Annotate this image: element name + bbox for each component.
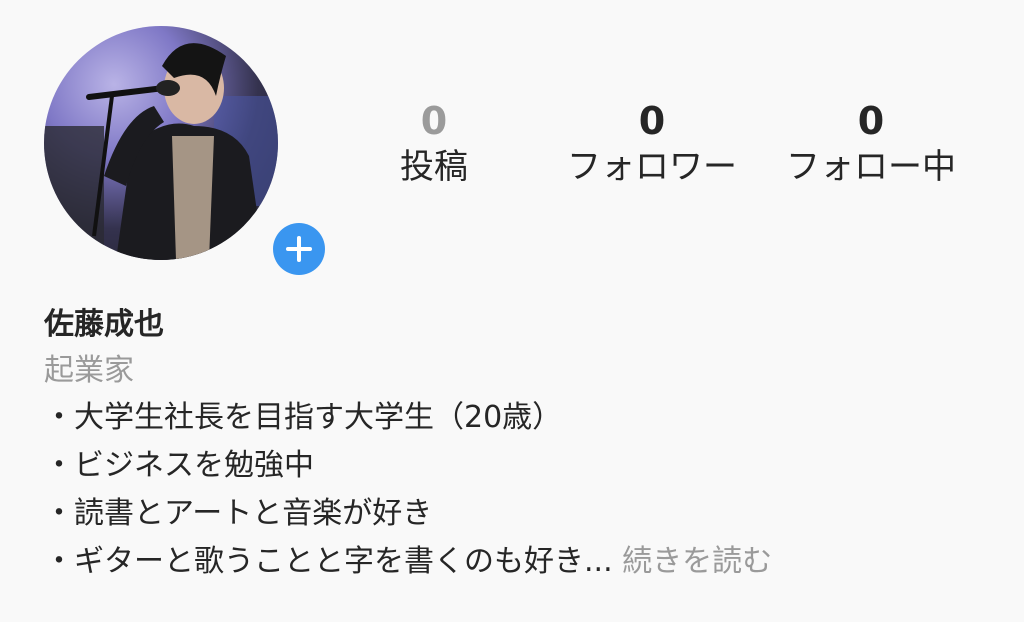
profile-stats: 0 投稿 0 フォロワー 0 フォロー中 bbox=[340, 98, 990, 198]
posts-label: 投稿 bbox=[400, 147, 468, 187]
add-story-circle[interactable] bbox=[273, 223, 325, 275]
profile-name: 佐藤成也 bbox=[44, 307, 164, 342]
following-stat[interactable]: 0 フォロー中 bbox=[761, 98, 981, 190]
bio-line: ・ビジネスを勉強中 bbox=[44, 448, 314, 483]
following-count: 0 bbox=[857, 99, 885, 143]
profile-category: 起業家 bbox=[44, 353, 134, 388]
read-more-link[interactable]: 続きを読む bbox=[622, 544, 772, 579]
followers-label: フォロワー bbox=[567, 147, 737, 187]
bio-line-truncated: ・ギターと歌うことと字を書くのも好き... 続きを読む bbox=[44, 538, 772, 586]
avatar-photo bbox=[44, 43, 278, 260]
posts-stat[interactable]: 0 投稿 bbox=[324, 98, 544, 190]
profile-bio: 佐藤成也 起業家 ・大学生社長を目指す大学生（20歳） ・ビジネスを勉強中 ・読… bbox=[44, 302, 772, 586]
bio-line: ・大学生社長を目指す大学生（20歳） bbox=[44, 400, 563, 435]
avatar[interactable] bbox=[44, 26, 278, 260]
profile-avatar-container[interactable] bbox=[44, 26, 330, 280]
plus-icon bbox=[286, 236, 312, 262]
following-label: フォロー中 bbox=[786, 147, 956, 187]
posts-count: 0 bbox=[420, 99, 448, 143]
followers-count: 0 bbox=[638, 99, 666, 143]
add-story-button[interactable] bbox=[268, 218, 330, 280]
bio-line: ・読書とアートと音楽が好き bbox=[44, 496, 433, 531]
followers-stat[interactable]: 0 フォロワー bbox=[542, 98, 762, 190]
bio-last-line-text: ・ギターと歌うことと字を書くのも好き... bbox=[44, 544, 613, 579]
